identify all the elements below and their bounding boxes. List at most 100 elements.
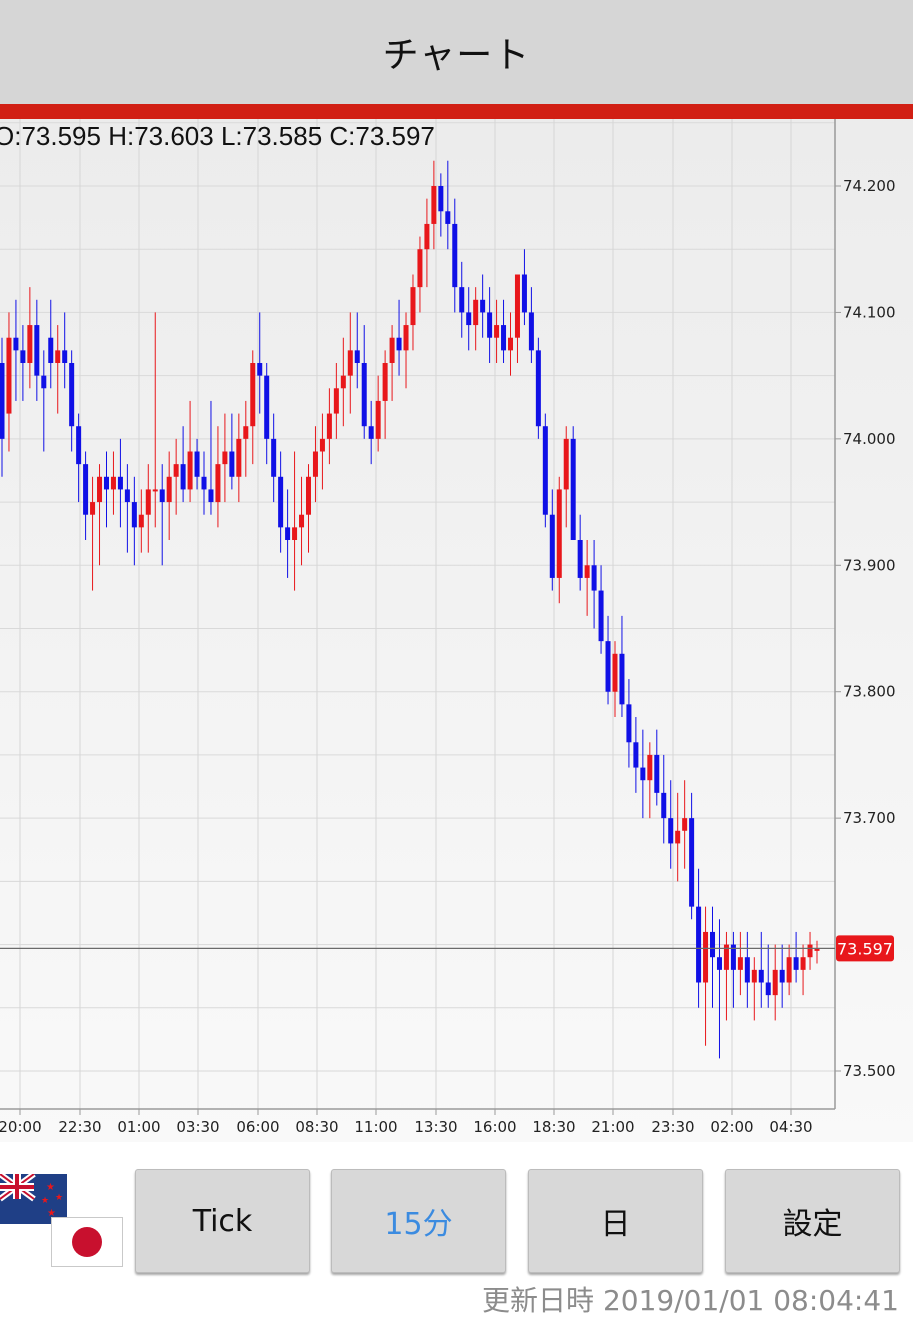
- candle: [69, 350, 75, 452]
- japan-flag-icon[interactable]: [51, 1217, 123, 1267]
- candle: [159, 464, 165, 566]
- candle: [34, 299, 40, 401]
- candle: [347, 312, 353, 414]
- candle-body: [605, 641, 611, 692]
- candle-body: [431, 186, 437, 224]
- candle-body: [570, 438, 576, 540]
- candle-body: [758, 969, 764, 983]
- candle-body: [90, 502, 96, 515]
- tick-button[interactable]: Tick: [135, 1169, 310, 1273]
- candle-body: [229, 451, 235, 477]
- candle-body: [285, 527, 291, 540]
- candle: [340, 337, 346, 427]
- interval-15min-button[interactable]: 15分: [331, 1169, 506, 1273]
- candle-body: [292, 527, 298, 540]
- candle-body: [354, 350, 360, 363]
- candle: [675, 792, 681, 882]
- candle-body: [368, 426, 374, 439]
- candle: [201, 451, 207, 515]
- candle-body: [751, 969, 757, 983]
- candle-body: [97, 476, 103, 503]
- candle-body: [640, 767, 646, 781]
- x-tick-label: 23:30: [651, 1118, 694, 1136]
- candle-body: [208, 489, 214, 503]
- candle-body: [236, 438, 242, 477]
- candle: [563, 426, 569, 528]
- candle: [180, 426, 186, 503]
- candle-body: [786, 957, 792, 983]
- candle: [570, 426, 576, 540]
- candle-body: [744, 957, 750, 983]
- candle-body: [312, 451, 318, 477]
- candle-body: [710, 931, 716, 958]
- candle: [765, 944, 771, 1008]
- y-tick-label: 74.200: [843, 177, 896, 195]
- candle-body: [20, 350, 26, 363]
- candle-body: [501, 325, 507, 351]
- candle-body: [271, 438, 277, 477]
- candle-body: [765, 982, 771, 996]
- updated-label: 更新日時: [482, 1284, 595, 1317]
- x-tick-label: 16:00: [473, 1118, 516, 1136]
- candle: [361, 325, 367, 439]
- candle-body: [410, 287, 416, 326]
- candle: [48, 299, 54, 389]
- candle-body: [187, 451, 193, 490]
- candle: [584, 540, 590, 616]
- candlestick-chart[interactable]: 74.200 74.100 74.000 73.900 73.800 73.700 73.5…: [0, 119, 913, 1142]
- candle: [466, 287, 472, 351]
- candle-body: [703, 931, 709, 983]
- candle: [521, 249, 527, 326]
- candle-body: [689, 818, 695, 907]
- y-tick-label: 74.100: [843, 303, 896, 321]
- candle-body: [173, 464, 179, 477]
- candle: [480, 274, 486, 338]
- candle-body: [131, 502, 137, 528]
- y-tick-label: 73.500: [843, 1062, 896, 1080]
- candle-body: [110, 476, 116, 490]
- candle-body: [737, 957, 743, 970]
- candle: [396, 299, 402, 376]
- candle-body: [682, 818, 688, 831]
- candle: [514, 274, 520, 363]
- chart-canvas[interactable]: 74.200 74.100 74.000 73.900 73.800 73.700 73.5…: [0, 119, 913, 1142]
- candle: [487, 287, 493, 363]
- y-tick-label: 74.000: [843, 430, 896, 448]
- x-tick-label: 13:30: [414, 1118, 457, 1136]
- candle-body: [27, 325, 33, 363]
- x-tick-label: 03:30: [176, 1118, 219, 1136]
- candle: [556, 476, 562, 604]
- candle: [452, 198, 458, 313]
- candle-body: [117, 476, 123, 490]
- candle: [250, 350, 256, 465]
- control-bar: ★ ★ ★ ★ Tick 15分 日 設定 更新日時 2019/01/01 08…: [0, 1142, 913, 1325]
- candle: [417, 236, 423, 313]
- candle-body: [138, 514, 144, 528]
- candle-body: [800, 957, 806, 970]
- settings-button[interactable]: 設定: [725, 1169, 900, 1273]
- candle: [90, 476, 96, 591]
- candle: [124, 464, 130, 553]
- candle-body: [445, 211, 451, 224]
- candle: [354, 312, 360, 389]
- candle: [424, 198, 430, 288]
- candle-body: [319, 438, 325, 452]
- candle-body: [556, 489, 562, 578]
- candle: [333, 363, 339, 439]
- x-tick-label: 22:30: [58, 1118, 101, 1136]
- candle: [20, 325, 26, 401]
- candle: [152, 312, 158, 528]
- svg-text:★: ★: [41, 1196, 49, 1206]
- svg-text:★: ★: [55, 1193, 63, 1203]
- day-button[interactable]: 日: [528, 1169, 703, 1273]
- candle: [131, 476, 137, 566]
- candle: [758, 931, 764, 1008]
- candle-body: [166, 476, 172, 503]
- candle-body: [215, 464, 221, 503]
- candle-body: [459, 287, 465, 313]
- candle: [793, 931, 799, 983]
- candle: [319, 413, 325, 490]
- candle: [285, 489, 291, 578]
- candle-body: [333, 388, 339, 414]
- candle-body: [222, 451, 228, 465]
